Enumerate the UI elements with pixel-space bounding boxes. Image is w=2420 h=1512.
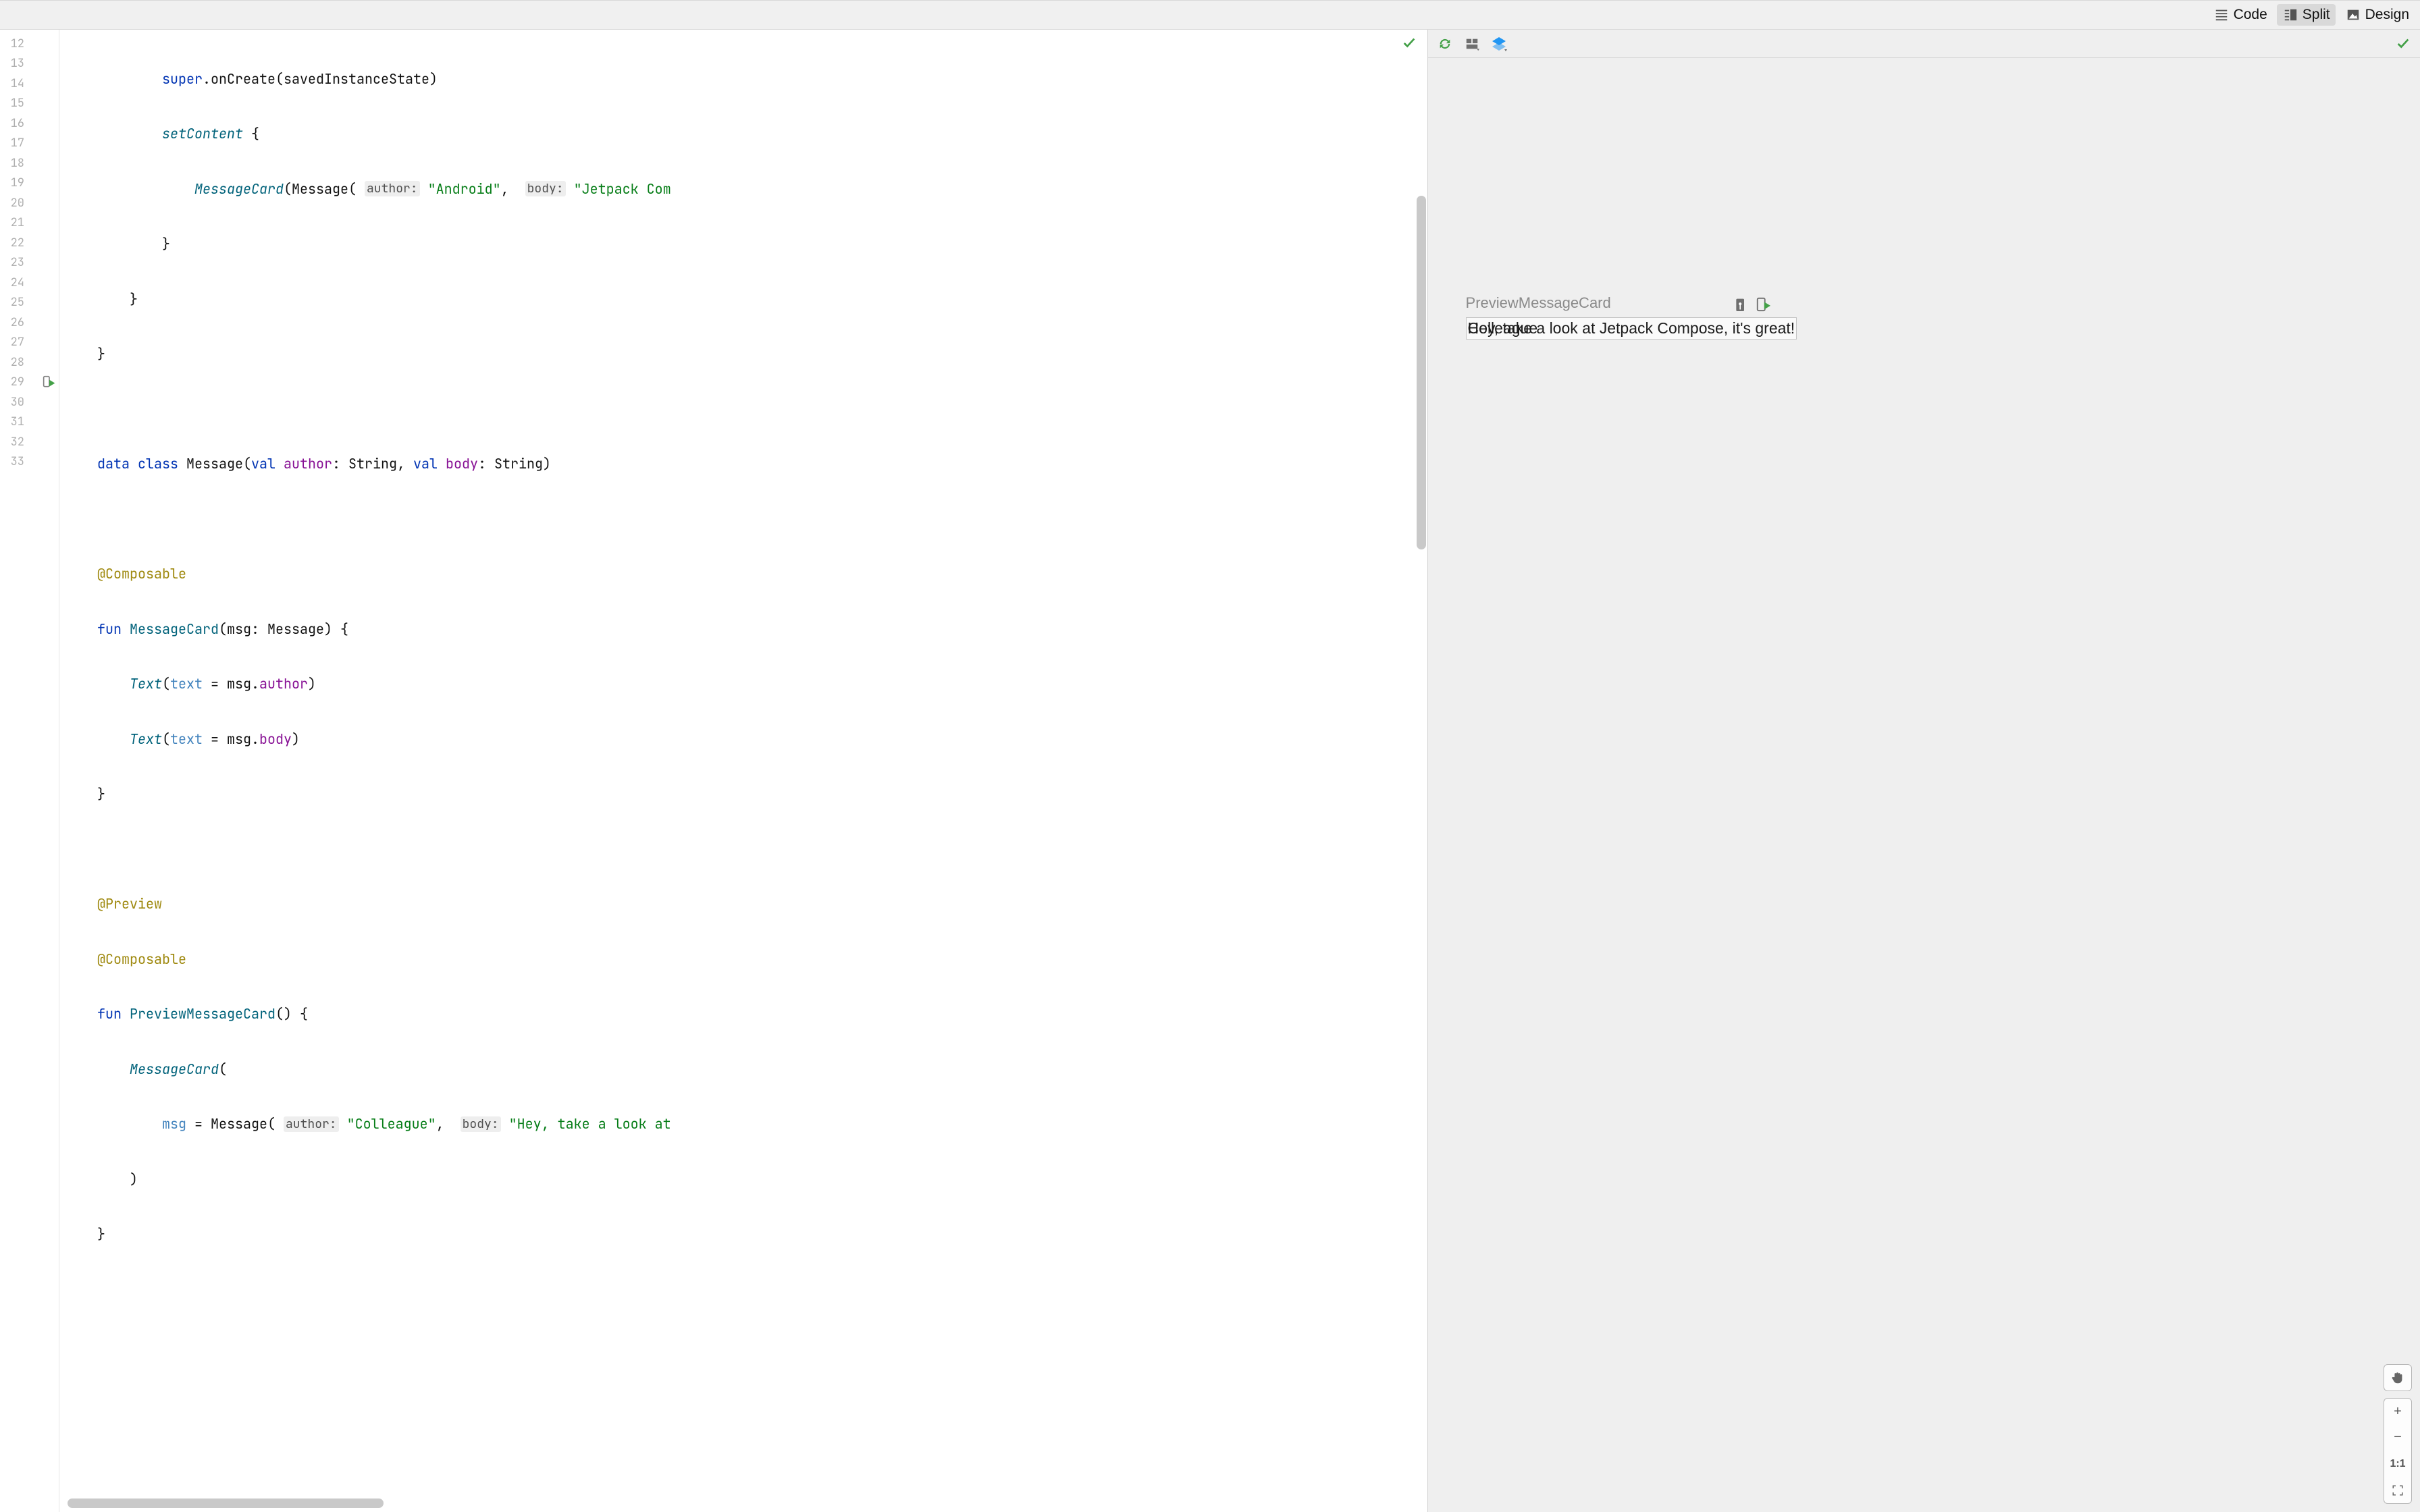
preview-function-name: PreviewMessageCard xyxy=(1466,294,1611,312)
rendered-author-text: Colleague xyxy=(1468,319,1538,338)
view-mode-design-label: Design xyxy=(2365,7,2409,23)
no-errors-checkmark-icon[interactable] xyxy=(1402,35,1417,53)
line-number: 14 xyxy=(0,76,24,91)
deploy-preview-icon[interactable] xyxy=(1756,296,1770,316)
preview-ok-checkmark-icon xyxy=(2396,36,2411,54)
line-number-gutter: 12 13 14 15 16 17 18 19 20 21 22 23 24 2… xyxy=(0,30,59,1512)
line-number: 15 xyxy=(0,96,24,111)
zoom-in-button[interactable]: + xyxy=(2384,1398,2412,1425)
line-number: 30 xyxy=(0,395,24,410)
line-number: 13 xyxy=(0,56,24,71)
line-number: 32 xyxy=(0,435,24,450)
zoom-reset-button[interactable]: 1:1 xyxy=(2384,1451,2412,1478)
view-mode-split[interactable]: Split xyxy=(2277,4,2336,26)
pan-button[interactable] xyxy=(2384,1364,2412,1391)
code-editor[interactable]: super.onCreate(savedInstanceState) setCo… xyxy=(59,30,1427,1512)
view-mode-code[interactable]: Code xyxy=(2208,4,2273,26)
line-number: 23 xyxy=(0,255,24,270)
line-number: 17 xyxy=(0,136,24,151)
line-number: 22 xyxy=(0,236,24,250)
zoom-out-button[interactable]: − xyxy=(2384,1424,2412,1451)
line-number: 31 xyxy=(0,414,24,429)
view-mode-toolbar: Code Split Design xyxy=(0,0,2420,30)
zoom-fit-button[interactable] xyxy=(2384,1477,2412,1504)
line-number: 16 xyxy=(0,116,24,131)
preview-pane: PreviewMessageCard Hey, take a look at J… xyxy=(1428,30,2420,1512)
image-icon xyxy=(2345,7,2361,23)
run-preview-gutter-icon[interactable] xyxy=(43,375,56,389)
preview-render-area: PreviewMessageCard Hey, take a look at J… xyxy=(1466,294,1797,340)
preview-zoom-controls: + − 1:1 xyxy=(2384,1364,2412,1504)
line-number: 18 xyxy=(0,156,24,171)
line-number: 26 xyxy=(0,315,24,330)
view-mode-code-label: Code xyxy=(2234,7,2267,23)
line-number: 21 xyxy=(0,215,24,230)
line-number: 19 xyxy=(0,176,24,190)
layers-icon[interactable] xyxy=(1490,35,1508,53)
line-number: 12 xyxy=(0,36,24,51)
list-lines-icon xyxy=(2213,7,2230,23)
line-number: 20 xyxy=(0,196,24,211)
line-number: 28 xyxy=(0,355,24,370)
line-number: 29 xyxy=(0,375,24,389)
editor-horizontal-scrollbar-thumb[interactable] xyxy=(68,1498,384,1508)
line-number: 24 xyxy=(0,275,24,290)
rendered-preview[interactable]: Hey, take a look at Jetpack Compose, it'… xyxy=(1466,317,1797,340)
editor-vertical-scrollbar[interactable] xyxy=(1417,196,1426,549)
refresh-preview-icon[interactable] xyxy=(1436,35,1454,53)
layout-options-icon[interactable] xyxy=(1463,35,1481,53)
plus-icon: + xyxy=(2394,1404,2402,1420)
line-number: 33 xyxy=(0,454,24,469)
preview-toolbar xyxy=(1428,30,2420,58)
editor-horizontal-scrollbar[interactable] xyxy=(59,1498,1427,1509)
view-mode-split-label: Split xyxy=(2303,7,2330,23)
interactive-preview-icon[interactable] xyxy=(1734,296,1747,316)
one-to-one-label: 1:1 xyxy=(2390,1458,2405,1470)
split-icon xyxy=(2282,7,2298,23)
minus-icon: − xyxy=(2394,1430,2402,1445)
line-number: 27 xyxy=(0,335,24,350)
line-number: 25 xyxy=(0,295,24,310)
code-editor-pane: 12 13 14 15 16 17 18 19 20 21 22 23 24 2… xyxy=(0,30,1428,1512)
view-mode-design[interactable]: Design xyxy=(2340,4,2415,26)
